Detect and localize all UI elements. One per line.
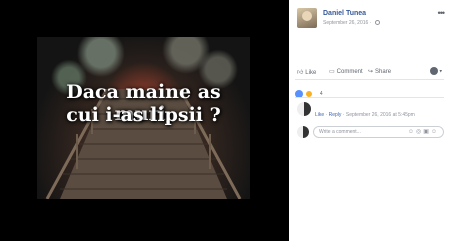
post-date-text[interactable]: September 26, 2016 ·	[323, 20, 371, 26]
chevron-down-icon: ▾	[438, 68, 442, 75]
comment-reply-link[interactable]: Reply	[329, 112, 342, 118]
reaction-selector[interactable]: ▾	[430, 67, 442, 75]
comment-meta: Like · Reply · September 26, 2016 at 5:4…	[315, 112, 415, 118]
composer-icons[interactable]: ☺◎▣☺	[408, 128, 439, 135]
comment-icon: ▭	[329, 69, 335, 75]
comment-input-placeholder: Write a comment...	[319, 129, 361, 135]
comment-item: Like · Reply · September 26, 2016 at 5:4…	[295, 100, 444, 124]
like-button[interactable]: 👍︎ Like	[297, 68, 316, 76]
photo-caption-line2: cui i-as lipsii ?	[66, 104, 221, 126]
photo-viewer: Daca maine as muri, cui i-as lipsii ?	[0, 0, 289, 241]
post-photo[interactable]: Daca maine as muri, cui i-as lipsii ?	[37, 37, 250, 199]
commenter-avatar[interactable]	[297, 102, 311, 116]
viewer-avatar	[297, 126, 309, 138]
globe-icon	[374, 20, 380, 26]
comment-like-link[interactable]: Like	[315, 112, 324, 118]
reaction-count: 4	[319, 90, 323, 97]
like-icon: 👍︎	[297, 70, 304, 76]
comment-input[interactable]: Write a comment... ☺◎▣☺	[313, 126, 444, 138]
like-label: Like	[305, 70, 317, 76]
comment-composer: Write a comment... ☺◎▣☺	[295, 126, 444, 140]
author-avatar[interactable]	[297, 8, 317, 28]
share-label: Share	[375, 69, 392, 75]
comment-button[interactable]: ▭ Comment	[329, 68, 363, 75]
author-name[interactable]: Daniel Tunea	[323, 10, 366, 17]
reaction-selector-icon	[430, 67, 439, 75]
comment-timestamp[interactable]: September 26, 2016 at 5:45pm	[346, 112, 415, 118]
comment-label: Comment	[336, 69, 363, 75]
post-date[interactable]: September 26, 2016 ·	[323, 20, 380, 26]
divider	[295, 97, 444, 98]
reactions-summary[interactable]: 4	[295, 85, 323, 98]
post-header: Daniel Tunea September 26, 2016 · •••	[297, 8, 446, 34]
share-icon: ↪	[368, 69, 374, 75]
share-button[interactable]: ↪ Share	[368, 68, 391, 75]
post-side-panel: Daniel Tunea September 26, 2016 · ••• 👍︎…	[289, 0, 450, 241]
post-actions: 👍︎ Like ▭ Comment ↪ Share ▾	[295, 66, 444, 80]
more-icon[interactable]: •••	[438, 8, 446, 18]
